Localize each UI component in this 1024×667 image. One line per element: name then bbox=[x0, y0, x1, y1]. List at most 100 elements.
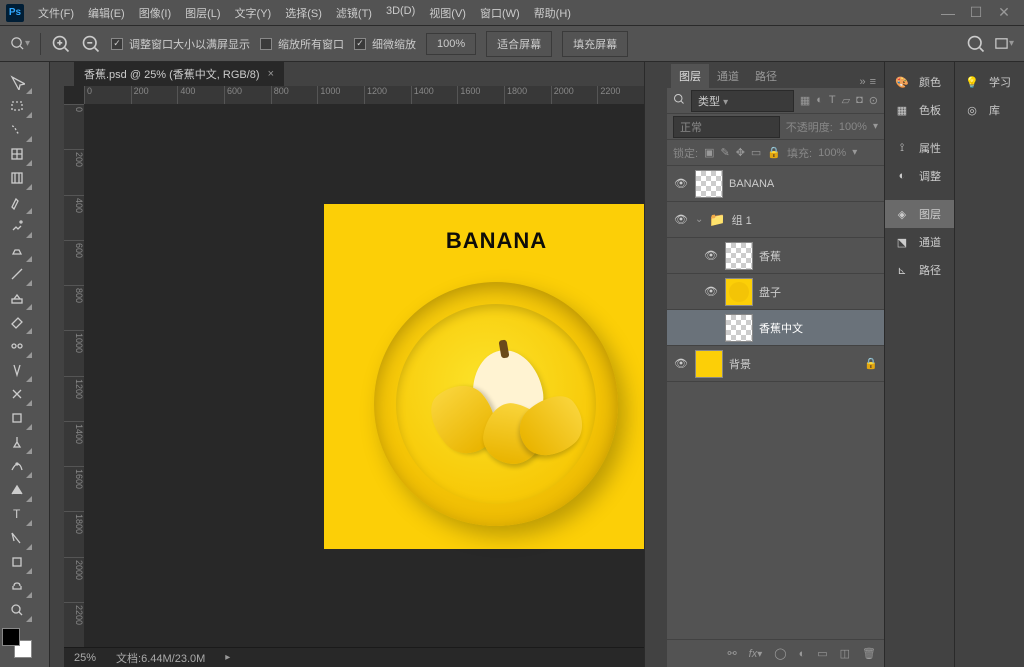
tab-close-icon[interactable]: × bbox=[268, 68, 274, 80]
panel-menu-icon[interactable]: ≡ bbox=[870, 76, 876, 88]
menu-5[interactable]: 选择(S) bbox=[279, 1, 328, 25]
status-zoom[interactable]: 25% bbox=[74, 652, 96, 664]
tool-18[interactable]: T bbox=[2, 502, 32, 526]
menu-10[interactable]: 帮助(H) bbox=[528, 1, 577, 25]
tool-9[interactable] bbox=[2, 286, 32, 310]
rail-layers[interactable]: ◈图层 bbox=[885, 200, 954, 228]
opacity-value[interactable]: 100% bbox=[839, 121, 867, 133]
lock-transparency-icon[interactable]: ▣ bbox=[704, 146, 714, 159]
document-tab[interactable]: 香蕉.psd @ 25% (香蕉中文, RGB/8) × bbox=[74, 62, 284, 86]
filter-adjust-icon[interactable]: ◐ bbox=[816, 94, 823, 107]
tab-channels[interactable]: 通道 bbox=[709, 64, 747, 88]
fit-screen-button[interactable]: 适合屏幕 bbox=[486, 31, 552, 57]
menu-7[interactable]: 3D(D) bbox=[380, 1, 421, 25]
link-layers-icon[interactable]: ⚯ bbox=[727, 647, 736, 660]
tool-1[interactable] bbox=[2, 94, 32, 118]
filter-shape-icon[interactable]: ▱ bbox=[842, 94, 850, 107]
tool-3[interactable] bbox=[2, 142, 32, 166]
tool-10[interactable] bbox=[2, 310, 32, 334]
tool-6[interactable] bbox=[2, 214, 32, 238]
menu-6[interactable]: 滤镜(T) bbox=[330, 1, 378, 25]
filter-kind-select[interactable]: 类型 ▾ bbox=[691, 90, 794, 112]
foreground-color[interactable] bbox=[2, 628, 20, 646]
rail-paths[interactable]: ⊾路径 bbox=[885, 256, 954, 284]
layer-fx-icon[interactable]: fx▾ bbox=[749, 648, 763, 660]
tool-19[interactable] bbox=[2, 526, 32, 550]
close-button[interactable]: ✕ bbox=[998, 7, 1010, 19]
layer-row[interactable]: 👁 盘子 bbox=[667, 274, 884, 310]
panel-collapse-icon[interactable]: » bbox=[859, 76, 865, 88]
tool-11[interactable] bbox=[2, 334, 32, 358]
layer-row[interactable]: 👁 香蕉 bbox=[667, 238, 884, 274]
panels-rail[interactable] bbox=[645, 62, 667, 667]
fill-value[interactable]: 100% bbox=[818, 147, 846, 159]
menu-4[interactable]: 文字(Y) bbox=[229, 1, 278, 25]
menu-1[interactable]: 编辑(E) bbox=[82, 1, 131, 25]
workspace-icon[interactable]: ▾ bbox=[994, 34, 1014, 54]
blend-mode-select[interactable]: 正常 bbox=[673, 116, 780, 138]
rail-bulb[interactable]: 💡学习 bbox=[955, 68, 1024, 96]
tool-15[interactable] bbox=[2, 430, 32, 454]
fill-screen-button[interactable]: 填充屏幕 bbox=[562, 31, 628, 57]
menu-3[interactable]: 图层(L) bbox=[179, 1, 226, 25]
filter-search-icon[interactable] bbox=[673, 93, 685, 108]
tool-5[interactable] bbox=[2, 190, 32, 214]
delete-layer-icon[interactable]: 🗑 bbox=[862, 647, 876, 660]
layer-mask-icon[interactable]: ◯ bbox=[774, 647, 786, 660]
tool-preset-icon[interactable]: ▾ bbox=[10, 34, 30, 54]
visibility-icon[interactable]: 👁 bbox=[703, 249, 719, 262]
tab-layers[interactable]: 图层 bbox=[671, 64, 709, 88]
tool-22[interactable] bbox=[2, 598, 32, 622]
tool-21[interactable] bbox=[2, 574, 32, 598]
menu-8[interactable]: 视图(V) bbox=[423, 1, 472, 25]
rail-channels[interactable]: ⬔通道 bbox=[885, 228, 954, 256]
layer-row[interactable]: 香蕉中文 bbox=[667, 310, 884, 346]
tool-4[interactable] bbox=[2, 166, 32, 190]
lock-position-icon[interactable]: ✥ bbox=[736, 146, 745, 159]
menu-9[interactable]: 窗口(W) bbox=[474, 1, 526, 25]
lock-artboard-icon[interactable]: ▭ bbox=[751, 146, 761, 159]
filter-type-icon[interactable]: T bbox=[829, 94, 836, 107]
filter-pixel-icon[interactable]: ▦ bbox=[800, 94, 810, 107]
menu-2[interactable]: 图像(I) bbox=[133, 1, 177, 25]
lock-all-icon[interactable]: 🔒 bbox=[767, 146, 781, 159]
filter-smart-icon[interactable]: ◘ bbox=[856, 94, 863, 107]
rail-props[interactable]: ⟟属性 bbox=[885, 134, 954, 162]
adjustment-layer-icon[interactable]: ◐ bbox=[799, 648, 806, 660]
rail-cc[interactable]: ◎库 bbox=[955, 96, 1024, 124]
tool-20[interactable] bbox=[2, 550, 32, 574]
rail-adjust[interactable]: ◐调整 bbox=[885, 162, 954, 190]
rail-grid[interactable]: ▦色板 bbox=[885, 96, 954, 124]
layer-name[interactable]: 香蕉 bbox=[759, 248, 878, 264]
layer-name[interactable]: BANANA bbox=[729, 178, 878, 190]
visibility-icon[interactable]: 👁 bbox=[703, 285, 719, 298]
tool-13[interactable] bbox=[2, 382, 32, 406]
new-group-icon[interactable]: ▭ bbox=[817, 647, 827, 660]
zoom-all-checkbox[interactable]: 缩放所有窗口 bbox=[260, 36, 344, 52]
layer-name[interactable]: 香蕉中文 bbox=[759, 320, 878, 336]
layer-name[interactable]: 背景 bbox=[729, 356, 858, 372]
minimize-button[interactable]: — bbox=[942, 7, 954, 19]
maximize-button[interactable]: ☐ bbox=[970, 7, 982, 19]
visibility-icon[interactable]: 👁 bbox=[673, 213, 689, 226]
status-menu-icon[interactable]: ▸ bbox=[225, 652, 230, 663]
layer-name[interactable]: 盘子 bbox=[759, 284, 878, 300]
scrubby-checkbox[interactable]: ✓细微缩放 bbox=[354, 36, 416, 52]
visibility-icon[interactable]: 👁 bbox=[673, 357, 689, 370]
tool-14[interactable] bbox=[2, 406, 32, 430]
new-layer-icon[interactable]: ◫ bbox=[840, 647, 850, 660]
tool-8[interactable] bbox=[2, 262, 32, 286]
resize-windows-checkbox[interactable]: ✓调整窗口大小以满屏显示 bbox=[111, 36, 250, 52]
tool-0[interactable] bbox=[2, 70, 32, 94]
zoom-100-button[interactable]: 100% bbox=[426, 33, 476, 55]
rail-palette[interactable]: 🎨颜色 bbox=[885, 68, 954, 96]
menu-0[interactable]: 文件(F) bbox=[32, 1, 80, 25]
zoom-out-icon[interactable] bbox=[81, 34, 101, 54]
layer-row[interactable]: 👁⌄📁组 1 bbox=[667, 202, 884, 238]
tool-16[interactable] bbox=[2, 454, 32, 478]
tool-2[interactable] bbox=[2, 118, 32, 142]
search-icon[interactable] bbox=[966, 34, 986, 54]
canvas[interactable]: BANANA bbox=[324, 204, 644, 549]
tool-7[interactable] bbox=[2, 238, 32, 262]
left-rail[interactable] bbox=[50, 62, 64, 667]
